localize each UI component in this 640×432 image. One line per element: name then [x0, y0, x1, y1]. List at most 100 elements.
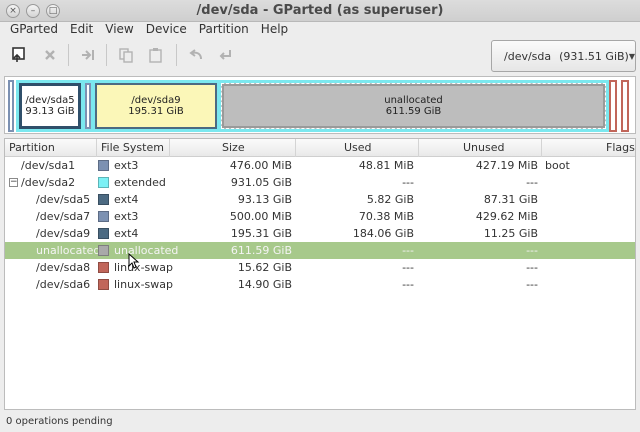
- undo-button[interactable]: [184, 44, 208, 66]
- diskmap-sda8[interactable]: [609, 80, 617, 132]
- col-flags[interactable]: Flags: [542, 139, 635, 157]
- unused-value: 87.31 GiB: [483, 193, 538, 206]
- size-value: 500.00 MiB: [229, 210, 292, 223]
- apply-button[interactable]: [214, 44, 238, 66]
- diskmap-sda9[interactable]: /dev/sda9 195.31 GiB: [95, 83, 217, 129]
- partition-name: /dev/sda6: [36, 278, 91, 291]
- copy-icon: [119, 48, 133, 63]
- used-value: ---: [402, 244, 414, 257]
- size-value: 93.13 GiB: [237, 193, 292, 206]
- col-used[interactable]: Used: [296, 139, 419, 157]
- menu-device[interactable]: Device: [140, 22, 193, 36]
- delete-icon: [45, 50, 55, 60]
- menu-help[interactable]: Help: [255, 22, 294, 36]
- table-row[interactable]: /dev/sda6 linux-swap 14.90 GiB --- ---: [5, 276, 635, 293]
- fs-type: ext3: [114, 210, 139, 223]
- diskmap-sda5[interactable]: /dev/sda5 93.13 GiB: [19, 83, 81, 129]
- paste-icon: [149, 48, 162, 63]
- diskmap-sda1[interactable]: [8, 80, 14, 132]
- device-name: /dev/sda: [504, 49, 552, 63]
- col-filesystem[interactable]: File System: [97, 139, 170, 157]
- unused-value: ---: [526, 261, 538, 274]
- unused-value: 429.62 MiB: [475, 210, 538, 223]
- mouse-pointer-icon: [128, 253, 140, 269]
- fs-color-swatch: [98, 211, 109, 222]
- device-size: (931.51 GiB): [559, 49, 629, 63]
- toolbar-separator: [68, 44, 69, 66]
- fs-type: ext4: [114, 227, 139, 240]
- used-value: 48.81 MiB: [358, 159, 414, 172]
- diskmap-extended[interactable]: /dev/sda5 93.13 GiB /dev/sda9 195.31 GiB…: [16, 80, 616, 132]
- col-unused[interactable]: Unused: [419, 139, 542, 157]
- copy-button[interactable]: [114, 44, 138, 66]
- partition-name: /dev/sda2: [21, 176, 76, 189]
- size-value: 611.59 GiB: [230, 244, 292, 257]
- fs-color-swatch: [98, 160, 109, 171]
- table-row-selected[interactable]: unallocated unallocated 611.59 GiB --- -…: [5, 242, 635, 259]
- resize-move-button[interactable]: [76, 44, 100, 66]
- partition-name: /dev/sda1: [21, 159, 76, 172]
- used-value: ---: [402, 278, 414, 291]
- device-selector[interactable]: /dev/sda (931.51 GiB) ▼: [491, 40, 636, 72]
- size-value: 14.90 GiB: [237, 278, 292, 291]
- unallocated-size: 611.59 GiB: [385, 106, 442, 117]
- collapse-icon[interactable]: −: [9, 178, 18, 187]
- table-row[interactable]: /dev/sda5 ext4 93.13 GiB 5.82 GiB 87.31 …: [5, 191, 635, 208]
- unused-value: ---: [526, 244, 538, 257]
- status-bar: 0 operations pending: [0, 412, 640, 432]
- used-value: ---: [402, 261, 414, 274]
- fs-color-swatch: [98, 262, 109, 273]
- unused-value: ---: [526, 278, 538, 291]
- resize-move-icon: [82, 50, 94, 60]
- diskmap-sda7[interactable]: [85, 83, 91, 129]
- toolbar-separator: [106, 44, 107, 66]
- table-row[interactable]: /dev/sda7 ext3 500.00 MiB 70.38 MiB 429.…: [5, 208, 635, 225]
- diskmap-sda6[interactable]: [621, 80, 629, 132]
- new-partition-button[interactable]: [8, 44, 32, 66]
- paste-button[interactable]: [144, 44, 168, 66]
- table-row[interactable]: /dev/sda8 linux-swap 15.62 GiB --- ---: [5, 259, 635, 276]
- undo-icon: [189, 49, 202, 60]
- table-row[interactable]: − /dev/sda2 extended 931.05 GiB --- ---: [5, 174, 635, 191]
- toolbar-separator: [176, 44, 177, 66]
- diskmap-unallocated[interactable]: unallocated 611.59 GiB: [221, 83, 606, 129]
- col-partition[interactable]: Partition: [5, 139, 97, 157]
- disk-map: /dev/sda5 93.13 GiB /dev/sda9 195.31 GiB…: [4, 76, 636, 134]
- partition-name: /dev/sda7: [36, 210, 91, 223]
- used-value: ---: [402, 176, 414, 189]
- menu-partition[interactable]: Partition: [193, 22, 255, 36]
- fs-color-swatch: [98, 279, 109, 290]
- col-size[interactable]: Size: [170, 139, 296, 157]
- partition-name: /dev/sda5: [36, 193, 91, 206]
- menu-view[interactable]: View: [99, 22, 139, 36]
- fs-color-swatch: [98, 228, 109, 239]
- fs-type: extended: [114, 176, 166, 189]
- sda9-label: /dev/sda9: [131, 95, 181, 106]
- partition-name: unallocated: [36, 244, 101, 257]
- unallocated-label: unallocated: [384, 95, 443, 106]
- used-value: 70.38 MiB: [358, 210, 414, 223]
- size-value: 931.05 GiB: [230, 176, 292, 189]
- new-partition-icon: [12, 47, 25, 62]
- fs-type: linux-swap: [114, 278, 173, 291]
- toolbar: /dev/sda (931.51 GiB) ▼: [0, 36, 640, 76]
- delete-button[interactable]: [38, 44, 62, 66]
- partition-table: Partition File System Size Used Unused F…: [4, 138, 636, 410]
- sda9-size: 195.31 GiB: [128, 106, 184, 117]
- window-title: /dev/sda - GParted (as superuser): [196, 3, 444, 18]
- partition-name: /dev/sda9: [36, 227, 91, 240]
- size-value: 476.00 MiB: [229, 159, 292, 172]
- menubar: GParted Edit View Device Partition Help: [0, 22, 640, 36]
- sda5-label: /dev/sda5: [25, 95, 75, 106]
- sda5-size: 93.13 GiB: [25, 106, 75, 117]
- table-header: Partition File System Size Used Unused F…: [5, 139, 635, 157]
- menu-gparted[interactable]: GParted: [4, 22, 64, 36]
- fs-type: ext3: [114, 159, 139, 172]
- unused-value: 11.25 GiB: [483, 227, 538, 240]
- table-row[interactable]: /dev/sda1 ext3 476.00 MiB 48.81 MiB 427.…: [5, 157, 635, 174]
- unused-value: ---: [526, 176, 538, 189]
- used-value: 184.06 GiB: [352, 227, 414, 240]
- menu-edit[interactable]: Edit: [64, 22, 99, 36]
- table-row[interactable]: /dev/sda9 ext4 195.31 GiB 184.06 GiB 11.…: [5, 225, 635, 242]
- fs-type: linux-swap: [114, 261, 173, 274]
